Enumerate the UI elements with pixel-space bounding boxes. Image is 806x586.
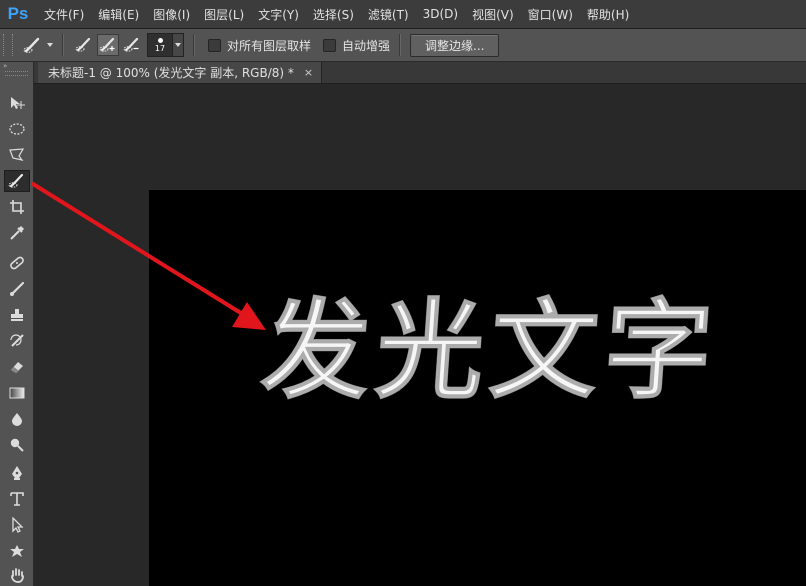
document-canvas[interactable]: 发光文字 发光文字: [149, 190, 806, 586]
custom-shape-icon: [10, 545, 24, 557]
stamp-icon: [11, 309, 23, 321]
menu-filter[interactable]: 滤镜(T): [362, 6, 415, 23]
menu-view[interactable]: 视图(V): [466, 6, 520, 23]
history-brush-icon: [10, 334, 24, 347]
dodge-tool[interactable]: [4, 434, 30, 456]
lasso-tool[interactable]: [4, 144, 30, 166]
clone-stamp-tool[interactable]: [4, 304, 30, 326]
auto-enhance-checkbox[interactable]: [323, 38, 337, 52]
blur-drop-icon: [12, 413, 22, 426]
menu-window[interactable]: 窗口(W): [522, 6, 579, 23]
menu-help[interactable]: 帮助(H): [581, 6, 635, 23]
crop-tool[interactable]: [4, 196, 30, 218]
brush-dropdown-button[interactable]: [173, 33, 184, 57]
options-bar-grip[interactable]: [3, 34, 13, 56]
crop-icon: [10, 200, 24, 214]
hand-icon: [11, 568, 24, 583]
blur-tool[interactable]: [4, 408, 30, 430]
brush-picker[interactable]: 17: [147, 33, 184, 57]
gradient-tool[interactable]: [4, 382, 30, 404]
dodge-icon: [10, 438, 24, 452]
quick-selection-tool[interactable]: [4, 170, 30, 192]
menu-file[interactable]: 文件(F): [38, 6, 90, 23]
new-selection-button[interactable]: [73, 34, 95, 56]
eyedropper-icon: [10, 225, 25, 240]
workspace[interactable]: 发光文字 发光文字: [34, 84, 806, 586]
menu-layer[interactable]: 图层(L): [198, 6, 250, 23]
menu-type[interactable]: 文字(Y): [252, 6, 305, 23]
auto-enhance-toggle[interactable]: 自动增强: [323, 37, 390, 54]
move-icon: [11, 97, 25, 109]
quick-selection-brush-icon: [23, 37, 40, 53]
elliptical-marquee-icon: [9, 123, 25, 135]
divider: [193, 34, 195, 56]
menu-3d[interactable]: 3D(D): [417, 7, 464, 21]
menu-image[interactable]: 图像(I): [147, 6, 196, 23]
tool-preset-picker[interactable]: [23, 36, 53, 54]
sample-all-layers-checkbox[interactable]: [208, 38, 221, 52]
subtract-selection-brush-icon: [123, 37, 139, 52]
pen-tool[interactable]: [4, 462, 30, 484]
quick-selection-icon: [8, 173, 24, 188]
type-t-icon: [10, 492, 24, 506]
document-tab-bar: 未标题-1 @ 100% (发光文字 副本, RGB/8) * ×: [34, 62, 806, 84]
subtract-from-selection-button[interactable]: [121, 34, 143, 56]
eraser-icon: [11, 362, 23, 373]
divider: [399, 34, 402, 56]
toolbox: »: [0, 62, 34, 586]
hand-tool[interactable]: [4, 564, 30, 586]
chevron-down-icon: [175, 43, 181, 47]
type-tool[interactable]: [4, 488, 30, 510]
eraser-tool[interactable]: [4, 356, 30, 378]
brush-dot-icon: [157, 37, 163, 43]
bandage-icon: [10, 256, 24, 270]
divider: [62, 34, 64, 56]
shape-tool[interactable]: [4, 540, 30, 562]
direct-selection-arrow-icon: [12, 517, 24, 533]
menu-select[interactable]: 选择(S): [307, 6, 360, 23]
document-tab-title: 未标题-1 @ 100% (发光文字 副本, RGB/8) *: [48, 66, 294, 80]
menu-edit[interactable]: 编辑(E): [92, 6, 145, 23]
new-selection-brush-icon: [75, 37, 91, 52]
brush-size-value: 17: [154, 43, 166, 53]
sample-all-layers-toggle[interactable]: 对所有图层取样: [208, 37, 311, 54]
eyedropper-tool[interactable]: [4, 222, 30, 244]
path-selection-tool[interactable]: [4, 514, 30, 536]
move-tool[interactable]: [4, 92, 30, 114]
refine-edge-button[interactable]: 调整边缘...: [410, 33, 500, 57]
brush-icon: [10, 281, 25, 296]
marquee-tool[interactable]: [4, 118, 30, 140]
brush-preview[interactable]: 17: [147, 33, 173, 57]
add-selection-brush-icon: [99, 37, 115, 52]
toolbox-grip[interactable]: [5, 71, 28, 76]
history-brush-tool[interactable]: [4, 330, 30, 352]
close-icon[interactable]: ×: [304, 66, 313, 79]
polygonal-lasso-icon: [9, 148, 25, 161]
auto-enhance-label: 自动增强: [342, 38, 391, 53]
toolbox-collapse[interactable]: »: [0, 62, 33, 70]
double-chevron-icon: »: [3, 62, 7, 70]
brush-tool[interactable]: [4, 278, 30, 300]
menu-bar: Ps 文件(F) 编辑(E) 图像(I) 图层(L) 文字(Y) 选择(S) 滤…: [0, 0, 806, 29]
chevron-down-icon: [47, 43, 53, 47]
healing-brush-tool[interactable]: [4, 252, 30, 274]
options-bar: 17 对所有图层取样 自动增强 调整边缘...: [0, 29, 806, 62]
document-tab[interactable]: 未标题-1 @ 100% (发光文字 副本, RGB/8) * ×: [38, 62, 323, 83]
pen-nib-icon: [12, 466, 22, 480]
gradient-icon: [9, 387, 25, 399]
sample-all-layers-label: 对所有图层取样: [227, 38, 312, 53]
photoshop-logo[interactable]: Ps: [0, 0, 36, 28]
selection-marquee: 发光文字: [257, 289, 723, 415]
add-to-selection-button[interactable]: [97, 34, 119, 56]
